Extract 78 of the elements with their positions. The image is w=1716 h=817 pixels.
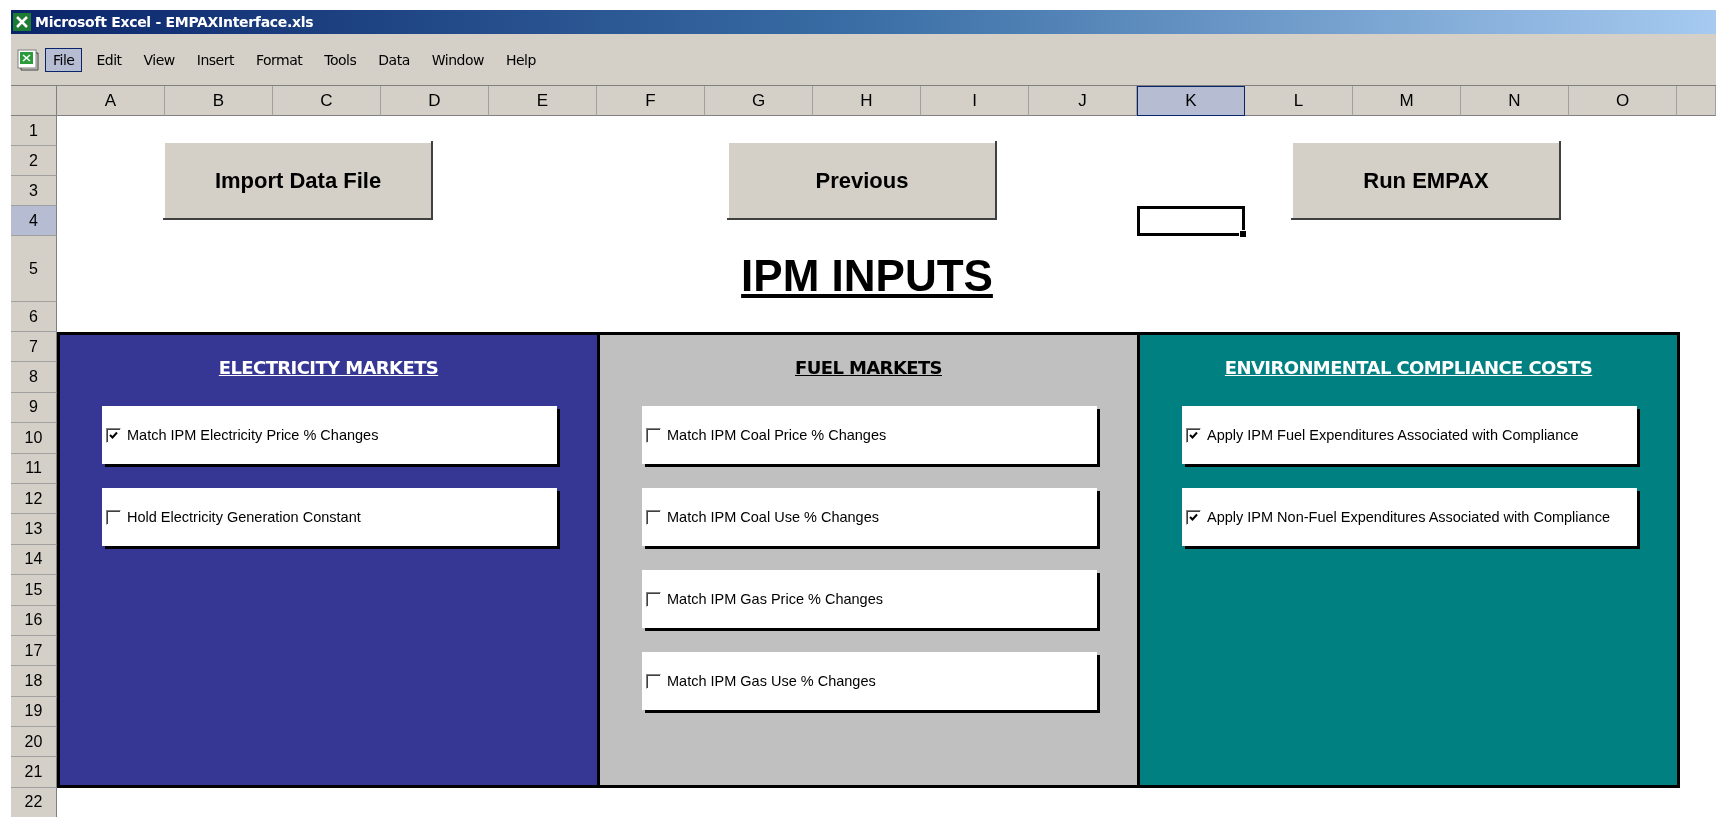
checkbox-option[interactable]: Match IPM Coal Use % Changes [642, 488, 1097, 546]
row-header[interactable]: 19 [11, 696, 57, 728]
menu-item[interactable]: Edit [88, 47, 130, 72]
checkbox-option[interactable]: Match IPM Gas Use % Changes [642, 652, 1097, 710]
row-header[interactable]: 7 [11, 332, 57, 363]
row-header[interactable]: 18 [11, 666, 57, 697]
checkmark-icon [1189, 430, 1198, 440]
column-header[interactable]: K [1137, 86, 1245, 116]
menu-item[interactable]: Insert [188, 47, 242, 72]
option-label: Match IPM Coal Use % Changes [667, 507, 879, 527]
column-header[interactable]: E [489, 86, 597, 116]
option-label: Hold Electricity Generation Constant [127, 507, 361, 527]
row-header[interactable]: 6 [11, 302, 57, 332]
menu-item[interactable]: Help [497, 47, 544, 72]
window-title: Microsoft Excel - EMPAXInterface.xls [35, 14, 314, 30]
row-header[interactable]: 16 [11, 605, 57, 636]
checkmark-icon [1189, 512, 1198, 522]
macro-button[interactable]: Previous [727, 141, 997, 220]
row-header[interactable]: 14 [11, 544, 57, 576]
select-all-corner[interactable] [11, 86, 57, 116]
row-header[interactable]: 9 [11, 392, 57, 424]
workbook-icon [17, 48, 39, 71]
section-title: ENVIRONMENTAL COMPLIANCE COSTS [1224, 357, 1593, 378]
checkbox-option[interactable]: Match IPM Gas Price % Changes [642, 570, 1097, 628]
column-header[interactable]: N [1461, 86, 1569, 116]
row-header[interactable]: 11 [11, 453, 57, 484]
menu-item[interactable]: Window [423, 47, 492, 72]
column-header[interactable]: J [1029, 86, 1137, 116]
row-header[interactable]: 13 [11, 514, 57, 545]
checkmark-icon [109, 430, 118, 440]
row-header[interactable]: 12 [11, 483, 57, 515]
row-header[interactable]: 4 [11, 206, 57, 236]
menu-item[interactable]: Format [247, 47, 311, 72]
row-header[interactable]: 8 [11, 362, 57, 393]
menu-item[interactable]: Tools [316, 47, 365, 72]
column-header[interactable]: M [1353, 86, 1461, 116]
checkbox-option[interactable]: Apply IPM Fuel Expenditures Associated with Compliance [1182, 406, 1637, 464]
column-header[interactable]: L [1245, 86, 1353, 116]
sheet-heading: IPM INPUTS [741, 251, 993, 301]
column-header[interactable]: F [597, 86, 705, 116]
column-header[interactable]: O [1569, 86, 1677, 116]
row-header[interactable]: 2 [11, 146, 57, 176]
column-header[interactable]: D [381, 86, 489, 116]
row-header[interactable]: 1 [11, 116, 57, 146]
checkbox-option[interactable]: Hold Electricity Generation Constant [102, 488, 557, 546]
row-header[interactable]: 21 [11, 757, 57, 788]
menu-item[interactable]: File [45, 47, 83, 72]
row-header[interactable]: 3 [11, 176, 57, 206]
row-header[interactable]: 17 [11, 635, 57, 667]
row-header[interactable]: 10 [11, 423, 57, 454]
column-header[interactable]: G [705, 86, 813, 116]
menu-item[interactable]: View [135, 47, 183, 72]
macro-button[interactable]: Run EMPAX [1291, 141, 1561, 220]
column-header[interactable]: C [273, 86, 381, 116]
row-header[interactable]: 15 [11, 575, 57, 606]
column-header[interactable]: I [921, 86, 1029, 116]
active-cell[interactable] [1137, 206, 1245, 236]
spreadsheet-app-icon [13, 13, 31, 31]
column-header[interactable] [1677, 86, 1716, 116]
column-header[interactable]: H [813, 86, 921, 116]
option-label: Match IPM Gas Price % Changes [667, 589, 883, 609]
macro-button[interactable]: Import Data File [163, 141, 433, 220]
section-title: FUEL MARKETS [795, 357, 942, 378]
section-title: ELECTRICITY MARKETS [218, 357, 439, 378]
option-label: Match IPM Coal Price % Changes [667, 425, 887, 445]
menu-item[interactable]: Data [370, 47, 418, 72]
row-header[interactable]: 22 [11, 787, 57, 817]
option-label: Apply IPM Fuel Expenditures Associated with Compliance [1207, 425, 1579, 445]
option-label: Apply IPM Non-Fuel Expenditures Associated with Compliance [1207, 507, 1610, 527]
option-label: Match IPM Gas Use % Changes [667, 671, 876, 691]
checkbox-option[interactable]: Apply IPM Non-Fuel Expenditures Associated with Compliance [1182, 488, 1637, 546]
option-label: Match IPM Electricity Price % Changes [127, 425, 379, 445]
column-header[interactable]: A [57, 86, 165, 116]
checkbox-option[interactable]: Match IPM Electricity Price % Changes [102, 406, 557, 464]
row-header[interactable]: 5 [11, 236, 57, 302]
checkbox-option[interactable]: Match IPM Coal Price % Changes [642, 406, 1097, 464]
column-header[interactable]: B [165, 86, 273, 116]
row-header[interactable]: 20 [11, 727, 57, 758]
